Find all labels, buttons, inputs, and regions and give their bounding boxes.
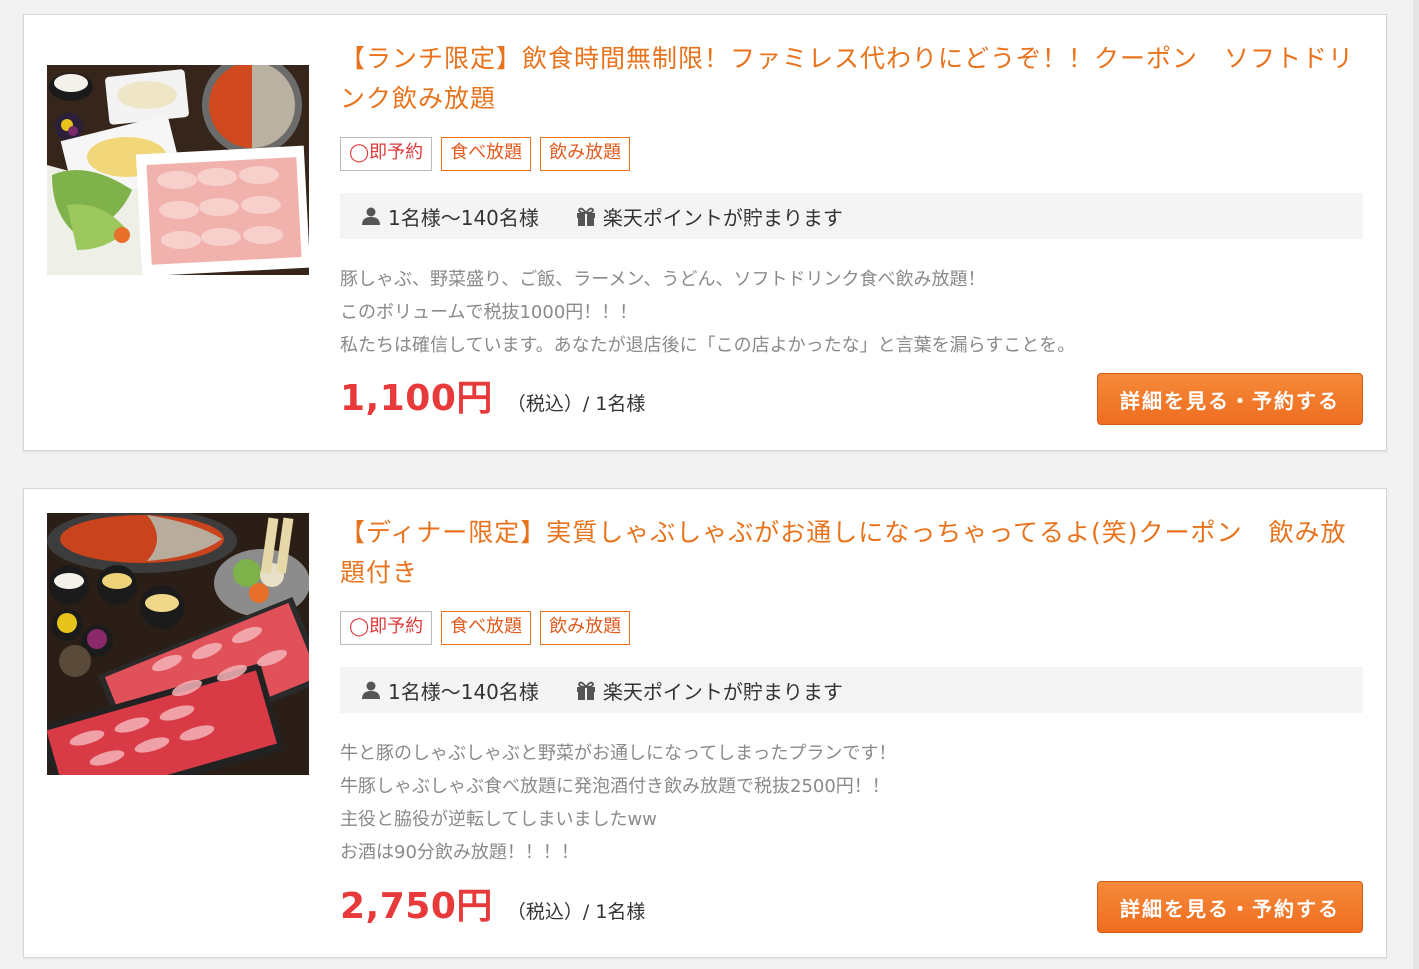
plan-body: 【ディナー限定】実質しゃぶしゃぶがお通しになっちゃってるよ(笑)クーポン 飲み放…: [340, 513, 1363, 869]
plan-card: 【ディナー限定】実質しゃぶしゃぶがお通しになっちゃってるよ(笑)クーポン 飲み放…: [23, 488, 1387, 958]
plan-info-bar: 1名様〜140名様 楽天ポイントが貯まります: [340, 193, 1363, 239]
plan-photo[interactable]: [47, 513, 309, 775]
plan-description: 豚しゃぶ、野菜盛り、ご飯、ラーメン、うどん、ソフトドリンク食べ飲み放題！ このボ…: [340, 263, 1363, 362]
plan-card: 【ランチ限定】飲食時間無制限！ファミレス代わりにどうぞ！！クーポン ソフトドリン…: [23, 14, 1387, 451]
all-you-can-drink-tag: 飲み放題: [540, 137, 631, 171]
gift-icon: [575, 205, 597, 227]
shabu-dinner-photo-icon: [47, 513, 309, 775]
detail-reserve-button[interactable]: 詳細を見る・予約する: [1097, 373, 1363, 425]
description-line: 牛豚しゃぶしゃぶ食べ放題に発泡酒付き飲み放題で税抜2500円！！: [340, 776, 890, 797]
description-line: 主役と脇役が逆転してしまいましたww: [340, 809, 657, 830]
detail-reserve-button[interactable]: 詳細を見る・予約する: [1097, 881, 1363, 933]
points-info: 楽天ポイントが貯まります: [575, 202, 843, 231]
description-line: 私たちは確信しています。あなたが退店後に「この店よかったな」と言葉を漏らすことを…: [340, 335, 1076, 356]
price-note: （税込）/ 1名様: [506, 901, 646, 923]
price-row: 2,750円 （税込）/ 1名様 詳細を見る・予約する: [340, 879, 1363, 935]
plan-title-link[interactable]: 【ディナー限定】実質しゃぶしゃぶがお通しになっちゃってるよ(笑)クーポン 飲み放…: [340, 513, 1363, 593]
guest-count-text: 1名様〜140名様: [388, 679, 539, 704]
description-line: 牛と豚のしゃぶしゃぶと野菜がお通しになってしまったプランです！: [340, 743, 897, 764]
points-text: 楽天ポイントが貯まります: [602, 679, 843, 704]
plan-tags: ◯即予約 食べ放題 飲み放題: [340, 137, 1363, 171]
description-line: お酒は90分飲み放題！！！！: [340, 842, 579, 863]
guest-count: 1名様〜140名様: [360, 676, 539, 705]
points-info: 楽天ポイントが貯まります: [575, 676, 843, 705]
description-line: このボリュームで税抜1000円！！！: [340, 302, 638, 323]
person-icon: [360, 205, 382, 227]
plan-price: 2,750円: [340, 886, 493, 927]
price-note: （税込）/ 1名様: [506, 393, 646, 415]
plan-title-link[interactable]: 【ランチ限定】飲食時間無制限！ファミレス代わりにどうぞ！！クーポン ソフトドリン…: [340, 39, 1363, 119]
plan-price: 1,100円: [340, 378, 493, 419]
description-line: 豚しゃぶ、野菜盛り、ご飯、ラーメン、うどん、ソフトドリンク食べ飲み放題！: [340, 269, 986, 290]
guest-count-text: 1名様〜140名様: [388, 205, 539, 230]
all-you-can-drink-tag: 飲み放題: [540, 611, 631, 645]
all-you-can-eat-tag: 食べ放題: [441, 137, 532, 171]
points-text: 楽天ポイントが貯まります: [602, 205, 843, 230]
scrollbar-track[interactable]: [1413, 0, 1419, 969]
plan-info-bar: 1名様〜140名様 楽天ポイントが貯まります: [340, 667, 1363, 713]
shabu-lunch-photo-icon: [47, 65, 309, 275]
person-icon: [360, 679, 382, 701]
guest-count: 1名様〜140名様: [360, 202, 539, 231]
plan-body: 【ランチ限定】飲食時間無制限！ファミレス代わりにどうぞ！！クーポン ソフトドリン…: [340, 39, 1363, 362]
instant-reserve-tag: ◯即予約: [340, 137, 433, 171]
instant-reserve-tag: ◯即予約: [340, 611, 433, 645]
plan-tags: ◯即予約 食べ放題 飲み放題: [340, 611, 1363, 645]
plan-description: 牛と豚のしゃぶしゃぶと野菜がお通しになってしまったプランです！ 牛豚しゃぶしゃぶ…: [340, 737, 1363, 869]
all-you-can-eat-tag: 食べ放題: [441, 611, 532, 645]
gift-icon: [575, 679, 597, 701]
price-row: 1,100円 （税込）/ 1名様 詳細を見る・予約する: [340, 371, 1363, 427]
plan-photo[interactable]: [47, 65, 309, 275]
